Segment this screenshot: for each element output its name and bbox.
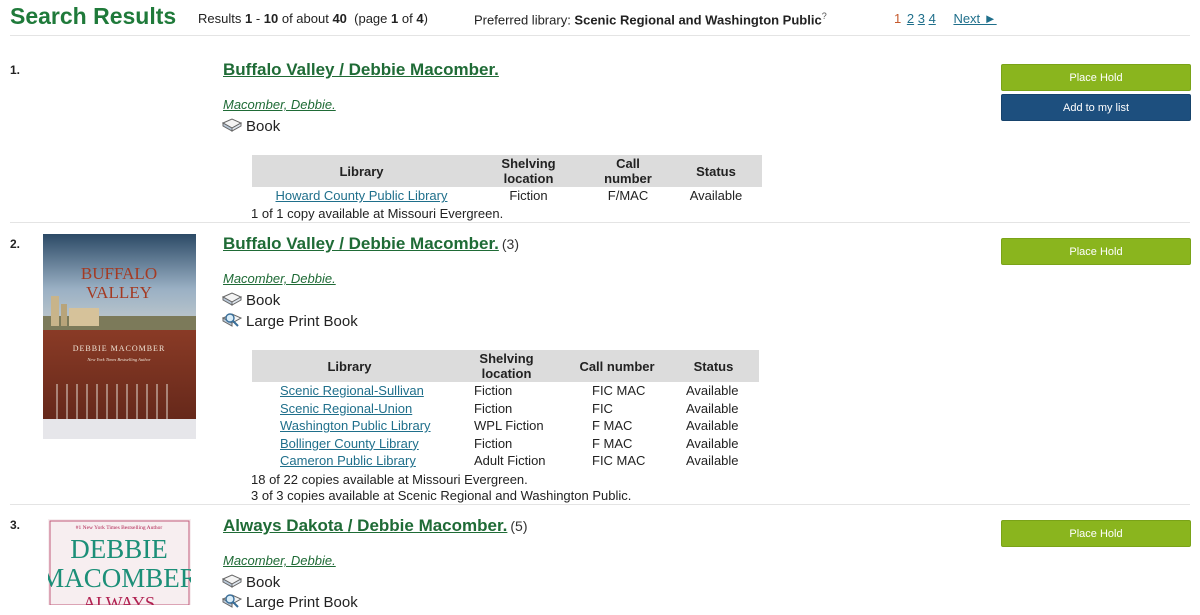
- result-title: Buffalo Valley / Debbie Macomber.: [223, 60, 499, 80]
- book-icon: [221, 291, 243, 309]
- divider: [10, 35, 1190, 36]
- library-link[interactable]: Scenic Regional-Union: [280, 401, 412, 416]
- result-author-link[interactable]: Macomber, Debbie.: [223, 553, 336, 568]
- preferred-library: Preferred library: Scenic Regional and W…: [474, 11, 827, 28]
- result-title-link[interactable]: Buffalo Valley / Debbie Macomber.: [223, 60, 499, 79]
- library-link[interactable]: Howard County Public Library: [276, 188, 448, 203]
- page-2-link[interactable]: 2: [907, 11, 914, 26]
- book-icon: [221, 573, 243, 591]
- result-title: Buffalo Valley / Debbie Macomber. (3): [223, 234, 519, 254]
- cover-title-line1: BUFFALO: [81, 264, 157, 283]
- cover-author: DEBBIE MACOMBER: [73, 344, 166, 353]
- holdings-table: Library Shelving location Call number St…: [252, 155, 762, 205]
- divider: [10, 222, 1190, 223]
- result-author-link[interactable]: Macomber, Debbie.: [223, 271, 336, 286]
- result-number: 1.: [10, 63, 21, 77]
- cover-author-line1: DEBBIE: [70, 534, 168, 564]
- result-format: Book: [221, 573, 280, 591]
- result-format: Book: [221, 291, 280, 309]
- result-format: Large Print Book: [221, 312, 358, 330]
- large-print-book-icon: [221, 312, 243, 330]
- preferred-library-help[interactable]: ?: [822, 11, 827, 21]
- library-link[interactable]: Cameron Public Library: [280, 453, 416, 468]
- large-print-book-icon: [221, 593, 243, 611]
- place-hold-button[interactable]: Place Hold: [1001, 520, 1191, 547]
- result-title: Always Dakota / Debbie Macomber. (5): [223, 516, 528, 536]
- results-summary: Results 1 - 10 of about 40 (page 1 of 4): [198, 11, 428, 26]
- library-link[interactable]: Bollinger County Library: [280, 436, 419, 451]
- cover-title-line2: VALLEY: [86, 283, 152, 302]
- availability-text: 1 of 1 copy available at Missouri Evergr…: [251, 206, 504, 221]
- col-shelving: Shelving location: [447, 350, 566, 382]
- result-format: Book: [221, 117, 280, 135]
- add-to-list-button[interactable]: Add to my list: [1001, 94, 1191, 121]
- col-status: Status: [668, 350, 759, 382]
- col-shelving: Shelving location: [471, 155, 586, 187]
- divider: [10, 504, 1190, 505]
- availability-text: 18 of 22 copies available at Missouri Ev…: [251, 472, 528, 487]
- cover-title: ALWAYS: [83, 593, 155, 605]
- col-status: Status: [670, 155, 762, 187]
- col-call-number: Call number: [586, 155, 670, 187]
- col-library: Library: [252, 155, 471, 187]
- result-title-link[interactable]: Buffalo Valley / Debbie Macomber.: [223, 234, 499, 253]
- result-format: Large Print Book: [221, 593, 358, 611]
- results-header: Search Results Results 1 - 10 of about 4…: [0, 0, 1200, 36]
- result-count: (3): [501, 236, 519, 252]
- cover-tagline: #1 New York Times Bestselling Author: [76, 525, 163, 531]
- next-page-link[interactable]: Next ►: [953, 11, 996, 26]
- cover-image[interactable]: #1 New York Times Bestselling Author DEB…: [48, 519, 191, 605]
- result-count: (5): [510, 518, 528, 534]
- holdings-table: Library Shelving location Call number St…: [252, 350, 759, 470]
- library-link[interactable]: Scenic Regional-Sullivan: [280, 383, 424, 398]
- table-row: Scenic Regional-Sullivan Fiction FIC MAC…: [280, 383, 739, 399]
- place-hold-button[interactable]: Place Hold: [1001, 64, 1191, 91]
- page-4-link[interactable]: 4: [929, 11, 936, 26]
- availability-text: 3 of 3 copies available at Scenic Region…: [251, 488, 632, 503]
- cover-image[interactable]: BUFFALO VALLEY DEBBIE MACOMBER New York …: [43, 234, 196, 439]
- cover-tagline: New York Times Bestselling Author: [86, 357, 151, 362]
- page-title: Search Results: [10, 3, 177, 29]
- table-row: Howard County Public Library Fiction F/M…: [275, 188, 743, 204]
- col-call-number: Call number: [566, 350, 668, 382]
- cover-author-line2: MACOMBER: [48, 563, 191, 593]
- result-title-link[interactable]: Always Dakota / Debbie Macomber.: [223, 516, 507, 535]
- pagination: 1 2 3 4 Next ►: [894, 11, 999, 26]
- result-author-link[interactable]: Macomber, Debbie.: [223, 97, 336, 112]
- table-row: Cameron Public Library Adult Fiction FIC…: [280, 453, 739, 469]
- result-number: 3.: [10, 518, 21, 532]
- col-library: Library: [252, 350, 447, 382]
- place-hold-button[interactable]: Place Hold: [1001, 238, 1191, 265]
- page-1-current: 1: [894, 11, 902, 26]
- table-row: Scenic Regional-Union Fiction FIC Availa…: [280, 400, 739, 416]
- table-row: Bollinger County Library Fiction F MAC A…: [280, 435, 739, 451]
- library-link[interactable]: Washington Public Library: [280, 418, 431, 433]
- book-icon: [221, 117, 243, 135]
- table-row: Washington Public Library WPL Fiction F …: [280, 418, 739, 434]
- result-number: 2.: [10, 237, 21, 251]
- page-3-link[interactable]: 3: [918, 11, 925, 26]
